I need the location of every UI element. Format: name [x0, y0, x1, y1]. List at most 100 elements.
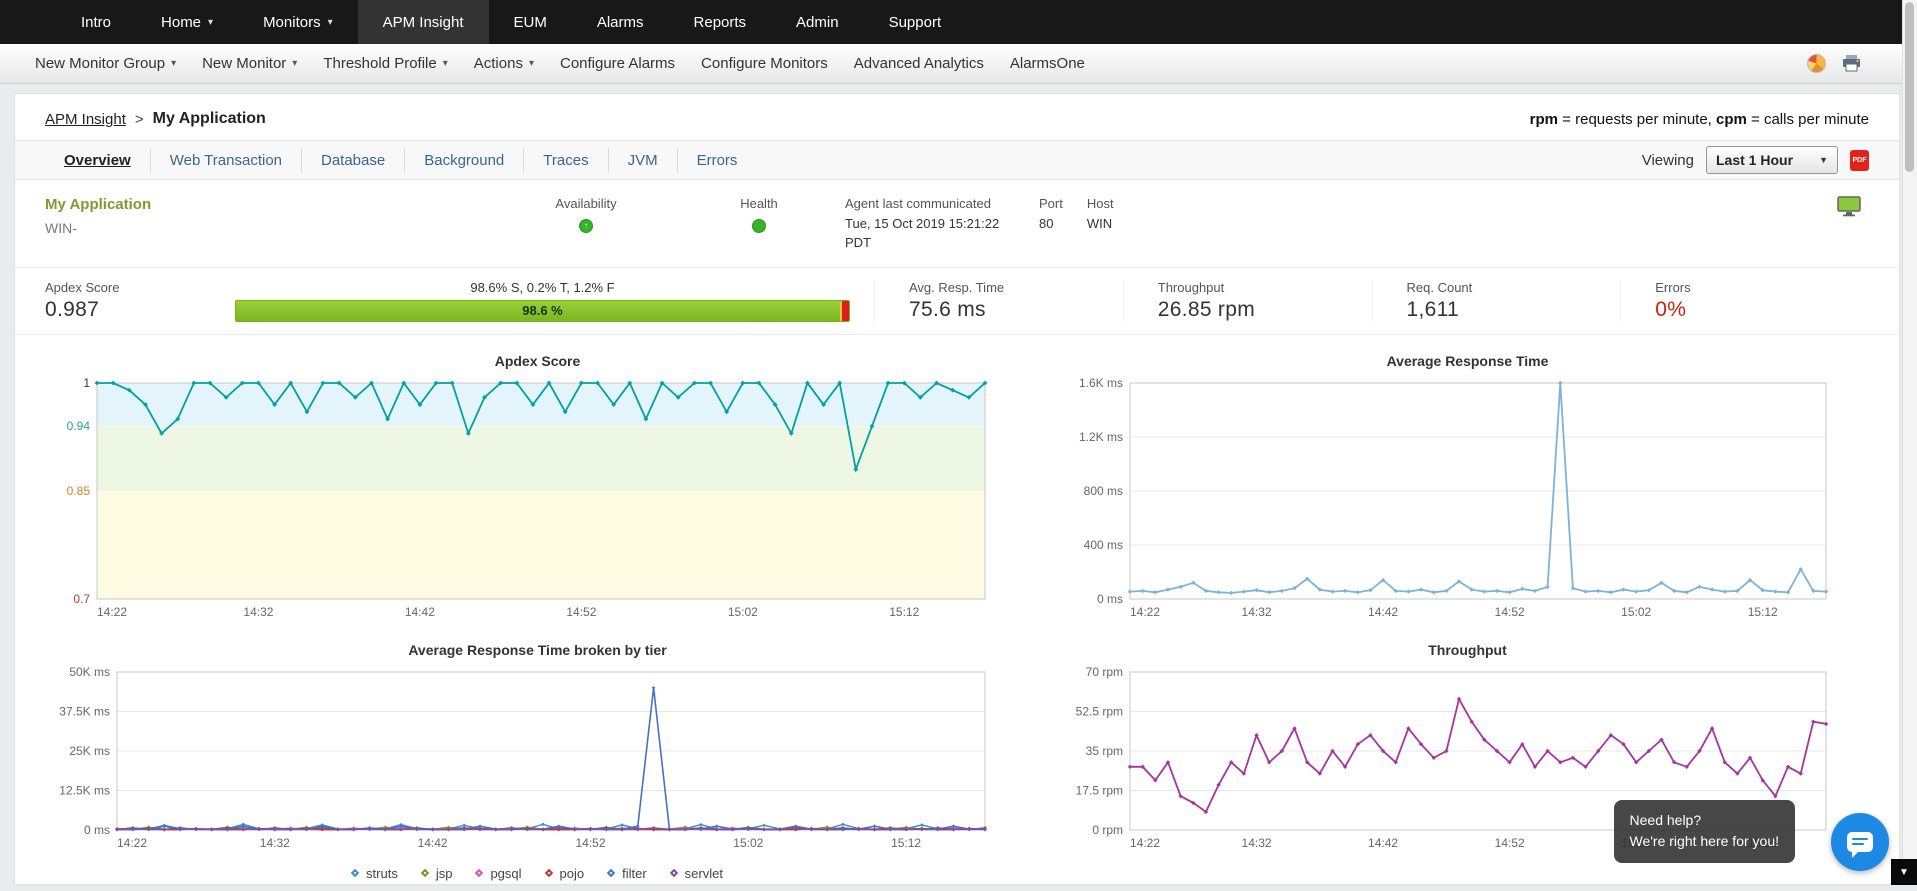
nav-label: Reports	[694, 14, 747, 31]
help-tooltip: Need help? We're right here for you!	[1614, 800, 1795, 863]
svg-text:0.7: 0.7	[73, 592, 90, 606]
toolbar-label: New Monitor Group	[35, 55, 165, 72]
configure-monitors-button[interactable]: Configure Monitors	[688, 55, 841, 72]
breadcrumb-link-apm-insight[interactable]: APM Insight	[45, 111, 126, 128]
threshold-profile-button[interactable]: Threshold Profile▾	[310, 55, 460, 72]
svg-text:14:52: 14:52	[1495, 605, 1525, 619]
rpm-term: rpm	[1530, 111, 1558, 128]
errors-label: Errors	[1655, 280, 1869, 295]
health-status-icon[interactable]	[752, 219, 766, 233]
time-range-select[interactable]: Last 1 Hour ▼	[1706, 146, 1838, 174]
legend-item[interactable]: filter	[608, 866, 647, 881]
nav-intro[interactable]: Intro	[56, 0, 136, 44]
nav-admin[interactable]: Admin	[771, 0, 864, 44]
tab-errors[interactable]: Errors	[677, 148, 757, 173]
tier-chart-legend: struts jsp pgsql pojo filter servlet	[45, 866, 1030, 881]
actions-button[interactable]: Actions▾	[461, 55, 547, 72]
svg-text:0 ms: 0 ms	[1097, 592, 1123, 606]
new-monitor-group-button[interactable]: New Monitor Group▾	[22, 55, 189, 72]
svg-text:0 ms: 0 ms	[84, 823, 110, 837]
legend-diamond-icon	[421, 869, 429, 877]
svg-text:15:02: 15:02	[1621, 605, 1651, 619]
toolbar-label: Configure Alarms	[560, 55, 675, 72]
application-name: My Application	[45, 196, 515, 213]
chat-button[interactable]	[1831, 813, 1889, 871]
svg-text:0 rpm: 0 rpm	[1092, 823, 1123, 837]
tab-jvm[interactable]: JVM	[608, 148, 677, 173]
apdex-bar-text: 98.6 %	[236, 301, 849, 321]
toolbar-label: AlarmsOne	[1010, 55, 1085, 72]
svg-text:70 rpm: 70 rpm	[1086, 665, 1123, 679]
rpm-def: = requests per minute,	[1558, 111, 1716, 128]
nav-monitors[interactable]: Monitors▾	[238, 0, 358, 44]
configure-alarms-button[interactable]: Configure Alarms	[547, 55, 688, 72]
application-host-line: WIN-	[45, 220, 515, 236]
svg-text:37.5K ms: 37.5K ms	[59, 704, 110, 718]
nav-apm-insight[interactable]: APM Insight	[358, 0, 489, 44]
svg-text:14:52: 14:52	[1495, 836, 1525, 850]
toolbar-label: Advanced Analytics	[854, 55, 984, 72]
legend-item[interactable]: servlet	[671, 866, 723, 881]
nav-home[interactable]: Home▾	[136, 0, 238, 44]
svg-text:14:32: 14:32	[260, 836, 290, 850]
agent-block: Agent last communicated Tue, 15 Oct 2019…	[845, 196, 1013, 253]
monitor-screen-icon[interactable]	[1837, 196, 1861, 222]
nav-alarms[interactable]: Alarms	[572, 0, 669, 44]
legend-diamond-icon	[544, 869, 552, 877]
agent-label: Agent last communicated	[845, 196, 1013, 211]
cpm-term: cpm	[1716, 111, 1747, 128]
legend-item[interactable]: pojo	[546, 866, 585, 881]
tab-background[interactable]: Background	[404, 148, 523, 173]
nav-label: Home	[161, 14, 201, 31]
breadcrumb: APM Insight > My Application	[45, 110, 266, 128]
legend-label: pgsql	[490, 866, 521, 881]
legend-label: pojo	[560, 866, 585, 881]
legend-label: filter	[622, 866, 647, 881]
tab-traces[interactable]: Traces	[523, 148, 607, 173]
new-monitor-button[interactable]: New Monitor▾	[189, 55, 310, 72]
triangle-down-icon: ▼	[1899, 867, 1909, 878]
legend-item[interactable]: struts	[352, 866, 398, 881]
breadcrumb-row: APM Insight > My Application rpm = reque…	[15, 94, 1899, 140]
apdex-metric-value: 0.987	[45, 298, 235, 322]
print-icon[interactable]	[1842, 55, 1861, 72]
legend-diamond-icon	[475, 869, 483, 877]
alarmsone-button[interactable]: AlarmsOne	[997, 55, 1098, 72]
svg-text:0.85: 0.85	[67, 484, 91, 498]
advanced-analytics-button[interactable]: Advanced Analytics	[841, 55, 997, 72]
port-block: Port 80	[1039, 196, 1063, 234]
host-block: Host WIN	[1087, 196, 1114, 234]
tab-database[interactable]: Database	[301, 148, 404, 173]
scroll-corner[interactable]: ▼	[1891, 859, 1917, 885]
svg-text:14:42: 14:42	[418, 836, 448, 850]
caret-down-icon: ▾	[292, 58, 297, 69]
svg-text:14:32: 14:32	[1242, 605, 1272, 619]
apdex-distribution-bar[interactable]: 98.6 %	[235, 300, 850, 322]
svg-text:14:42: 14:42	[1368, 836, 1398, 850]
health-label: Health	[719, 196, 799, 211]
apdex-chart-cell: Apdex Score 10.940.850.714:2214:3214:421…	[45, 353, 1030, 632]
scrollbar-thumb[interactable]	[1905, 2, 1914, 172]
pdf-export-icon[interactable]: PDF	[1850, 150, 1869, 171]
svg-text:35 rpm: 35 rpm	[1086, 744, 1123, 758]
personalize-icon[interactable]	[1807, 54, 1826, 73]
toolbar-right-icons	[1807, 54, 1895, 73]
legend-item[interactable]: jsp	[422, 866, 453, 881]
nav-eum[interactable]: EUM	[489, 0, 572, 44]
scrollbar-track[interactable]	[1902, 0, 1917, 885]
availability-block: Availability ↑	[541, 196, 631, 233]
tier-chart-title: Average Response Time broken by tier	[45, 642, 1030, 658]
nav-reports[interactable]: Reports	[669, 0, 772, 44]
tab-overview[interactable]: Overview	[45, 148, 150, 173]
legend-item[interactable]: pgsql	[476, 866, 521, 881]
request-count-label: Req. Count	[1407, 280, 1621, 295]
nav-support[interactable]: Support	[864, 0, 967, 44]
availability-status-icon[interactable]: ↑	[579, 219, 593, 233]
nav-label: Support	[889, 14, 942, 31]
svg-text:52.5 rpm: 52.5 rpm	[1076, 704, 1123, 718]
nav-label: Alarms	[597, 14, 644, 31]
svg-text:17.5 rpm: 17.5 rpm	[1076, 783, 1123, 797]
tab-web-transaction[interactable]: Web Transaction	[150, 148, 301, 173]
nav-label: Admin	[796, 14, 839, 31]
caret-down-icon: ▾	[443, 58, 448, 69]
